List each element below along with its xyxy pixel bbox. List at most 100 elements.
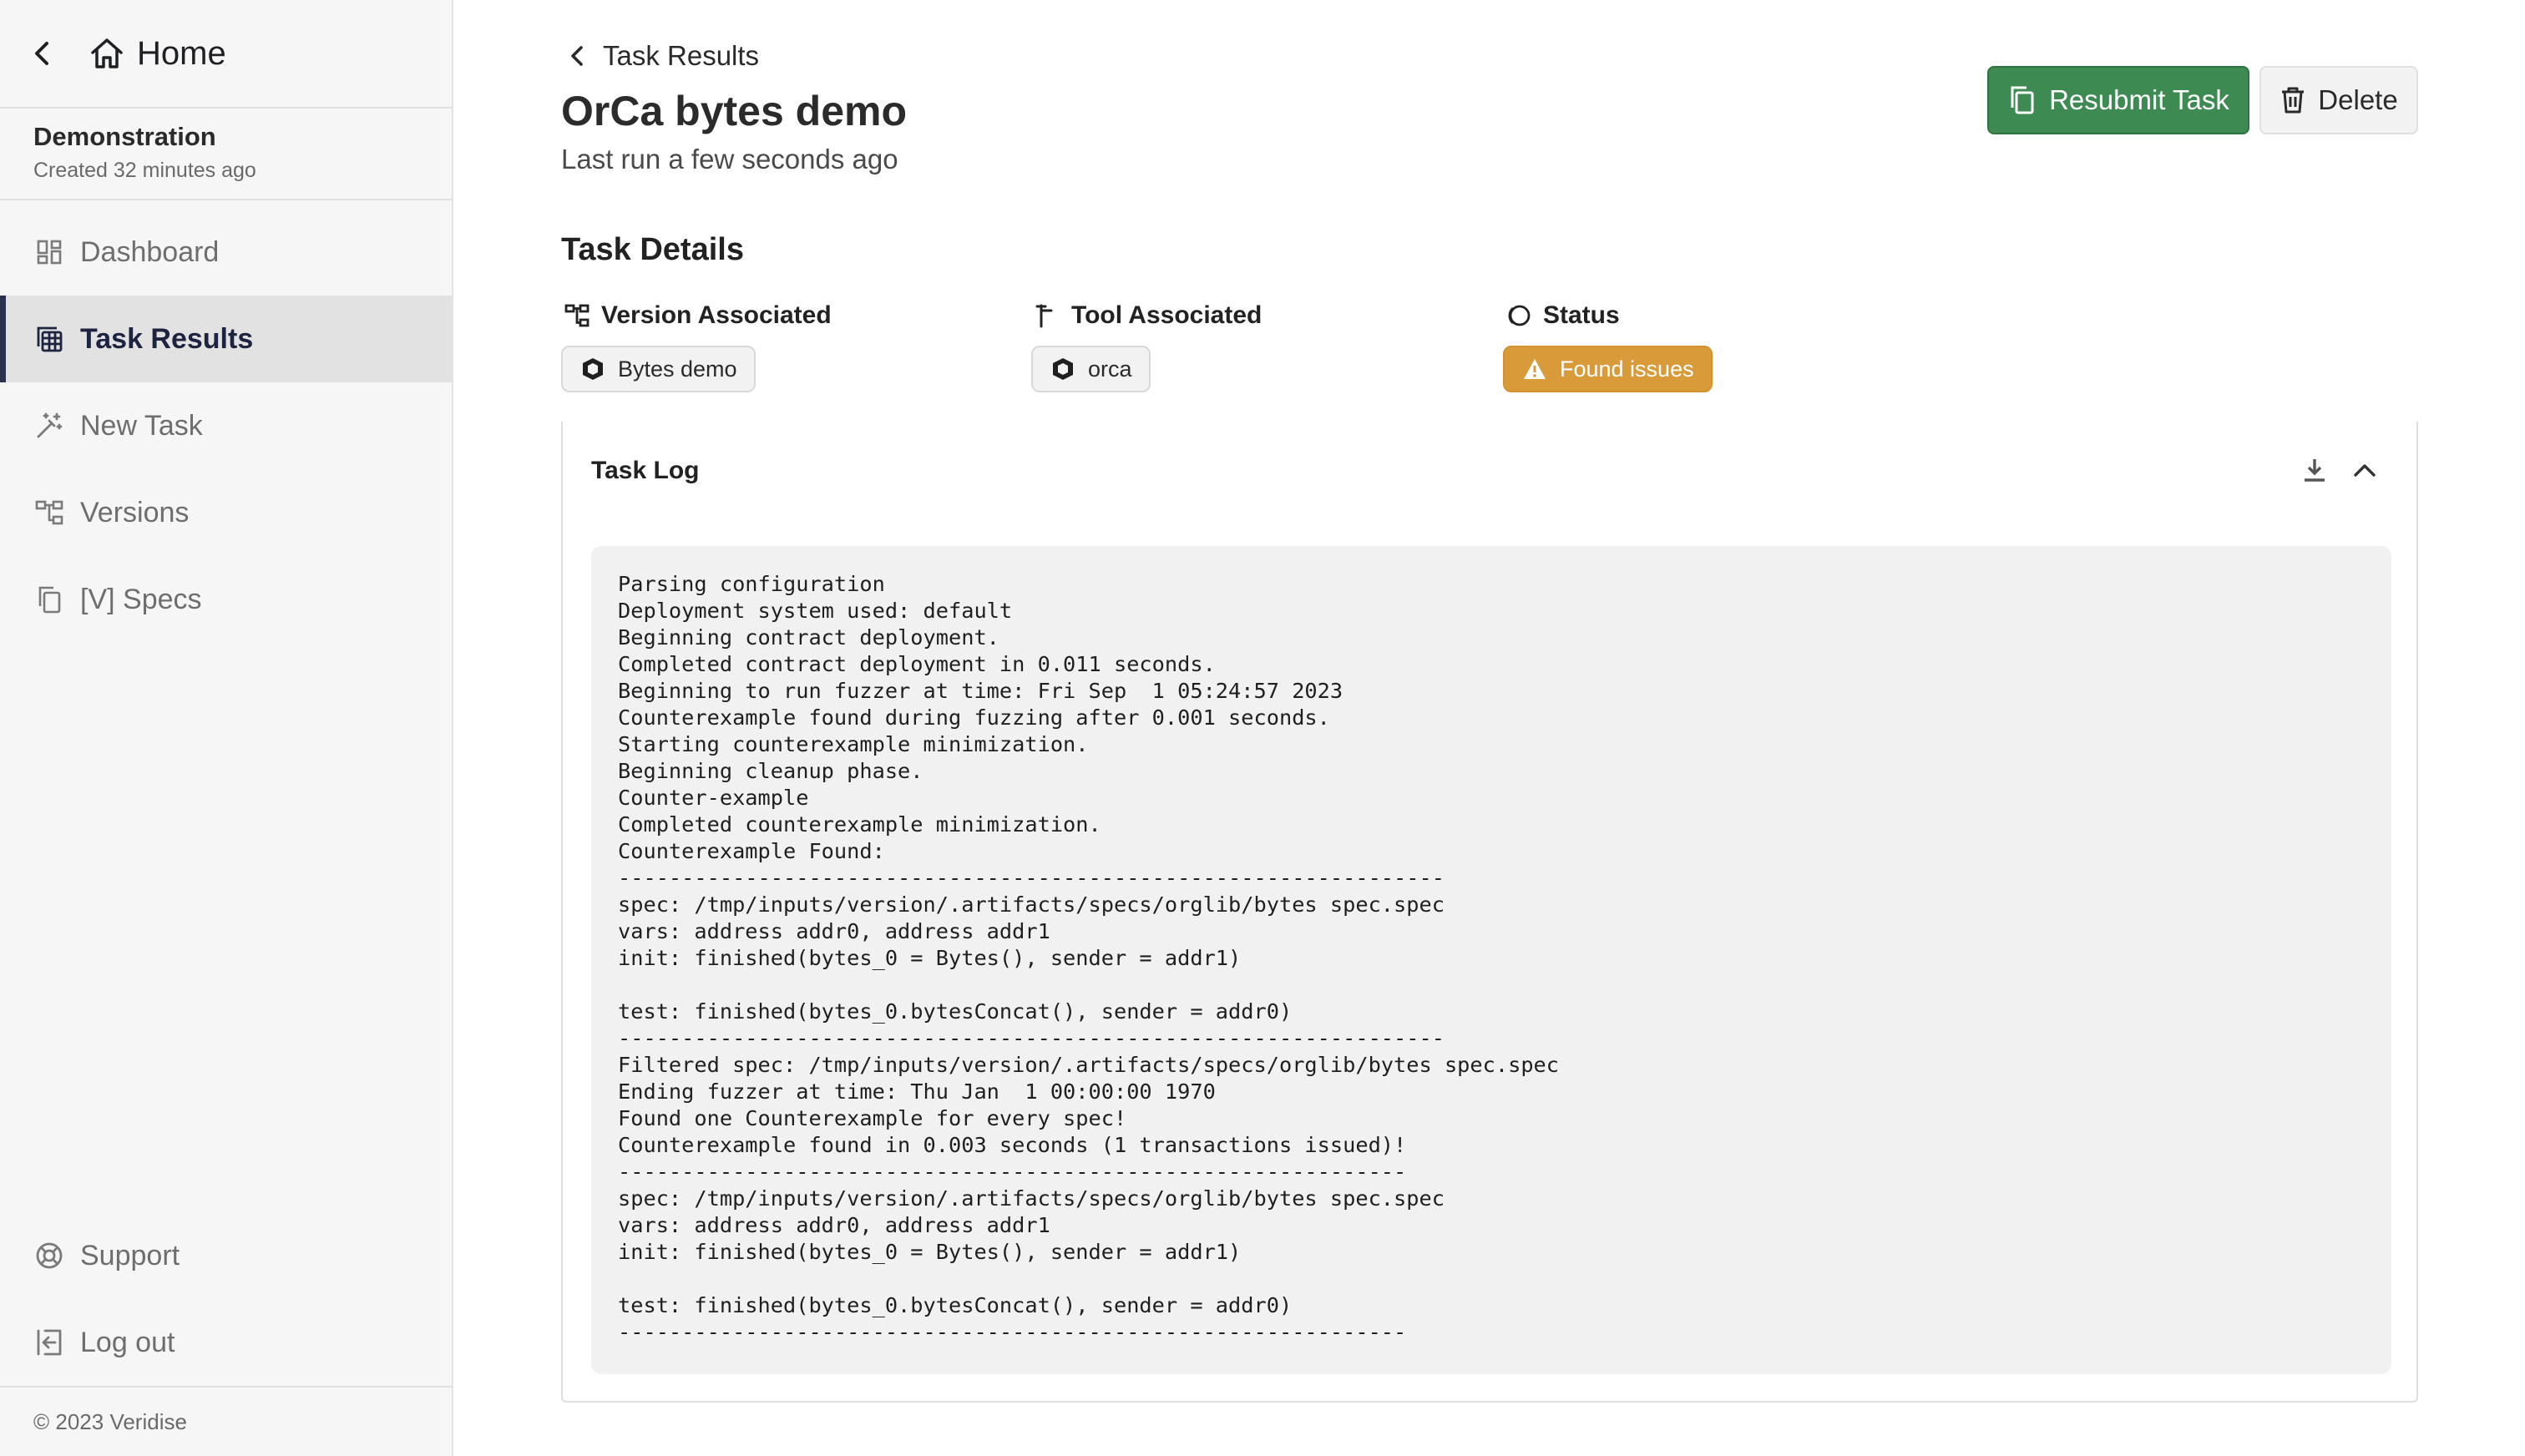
task-log-actions	[2280, 455, 2380, 485]
sidebar-item-label: Log out	[80, 1326, 175, 1358]
log-line: vars: address addr0, address addr1	[618, 1213, 1050, 1237]
version-chip[interactable]: Bytes demo	[561, 346, 756, 392]
task-details-heading: Task Details	[561, 232, 744, 267]
project-info: Demonstration Created 32 minutes ago	[0, 109, 452, 200]
trash-icon	[2282, 87, 2305, 114]
log-line: Starting counterexample minimization.	[618, 732, 1089, 756]
resubmit-label: Resubmit Task	[2049, 84, 2229, 115]
copyright: © 2023 Veridise	[0, 1386, 452, 1456]
log-line: test: finished(bytes_0.bytesConcat(), se…	[618, 1293, 1293, 1317]
log-line: Parsing configuration	[618, 572, 885, 596]
sidebar-item-task-results[interactable]: Task Results	[0, 296, 452, 382]
log-line: Counterexample Found:	[618, 839, 885, 863]
version-heading-label: Version Associated	[601, 301, 832, 329]
log-line: Found one Counterexample for every spec!	[618, 1106, 1127, 1130]
resubmit-task-button[interactable]: Resubmit Task	[1987, 66, 2249, 134]
status-ring-icon	[1508, 305, 1531, 326]
chevron-left-icon	[571, 46, 583, 66]
sidebar-header: Home	[0, 0, 452, 109]
copy-icon	[33, 584, 65, 615]
tool-value: orca	[1088, 356, 1132, 382]
log-line: Counterexample found during fuzzing afte…	[618, 705, 1330, 730]
page-title: OrCa bytes demo	[561, 88, 908, 134]
chevron-up-icon[interactable]	[2350, 455, 2380, 485]
sidebar-nav: Dashboard Task Results New Task Versions…	[0, 209, 452, 643]
sidebar-item-versions[interactable]: Versions	[0, 469, 452, 556]
sidebar-item-support[interactable]: Support	[0, 1212, 452, 1299]
log-line: Completed contract deployment in 0.011 s…	[618, 652, 1216, 676]
lifebuoy-icon	[33, 1240, 65, 1271]
status: Status Found issues	[1503, 297, 1713, 392]
log-line: ----------------------------------------…	[618, 1026, 1445, 1050]
download-icon[interactable]	[2300, 455, 2330, 485]
log-line: Filtered spec: /tmp/inputs/version/.arti…	[618, 1053, 1560, 1077]
log-line: init: finished(bytes_0 = Bytes(), sender…	[618, 1240, 1242, 1264]
hierarchy-icon	[33, 497, 65, 528]
task-log-output[interactable]: Parsing configuration Deployment system u…	[591, 546, 2391, 1374]
status-heading-label: Status	[1543, 301, 1620, 329]
sidebar-item-logout[interactable]: Log out	[0, 1299, 452, 1386]
tool-associated-heading: Tool Associated	[1031, 297, 1262, 334]
status-heading: Status	[1503, 297, 1713, 334]
task-log-title: Task Log	[591, 457, 700, 484]
log-line: ----------------------------------------…	[618, 1160, 1407, 1184]
back-chevron-icon[interactable]	[33, 37, 60, 70]
log-line: init: finished(bytes_0 = Bytes(), sender…	[618, 946, 1242, 970]
log-line: Ending fuzzer at time: Thu Jan 1 00:00:0…	[618, 1079, 1216, 1104]
sidebar-item-label: Support	[80, 1239, 180, 1271]
status-badge: Found issues	[1503, 346, 1713, 392]
home-icon[interactable]	[89, 35, 125, 72]
copy-icon	[2011, 86, 2034, 114]
log-line: test: finished(bytes_0.bytesConcat(), se…	[618, 999, 1293, 1024]
table-icon	[33, 323, 65, 355]
log-line: spec: /tmp/inputs/version/.artifacts/spe…	[618, 1186, 1445, 1211]
tool-chip[interactable]: orca	[1031, 346, 1151, 392]
log-line: Counter-example	[618, 786, 809, 810]
log-line: Beginning contract deployment.	[618, 625, 999, 650]
sidebar: Home Demonstration Created 32 minutes ag…	[0, 0, 453, 1456]
sidebar-item-label: Dashboard	[80, 235, 220, 268]
log-line: Beginning cleanup phase.	[618, 759, 923, 783]
tool-icon	[1035, 304, 1053, 328]
breadcrumb[interactable]: Task Results	[569, 40, 759, 72]
log-line: Counterexample found in 0.003 seconds (1…	[618, 1133, 1407, 1157]
tool-heading-label: Tool Associated	[1071, 301, 1262, 329]
version-value: Bytes demo	[618, 356, 737, 382]
cube-icon	[583, 358, 603, 380]
sidebar-item-dashboard[interactable]: Dashboard	[0, 209, 452, 296]
log-line: ----------------------------------------…	[618, 866, 1445, 890]
task-log-panel: Task Log Parsing configuration Deployment…	[561, 422, 2418, 1403]
logout-icon	[33, 1327, 65, 1358]
sidebar-item-label: [V] Specs	[80, 583, 202, 615]
log-line: Deployment system used: default	[618, 599, 1013, 623]
sidebar-bottom-nav: Support Log out	[0, 1212, 452, 1386]
project-created: Created 32 minutes ago	[33, 159, 256, 182]
project-name: Demonstration	[33, 122, 216, 151]
log-line: vars: address addr0, address addr1	[618, 919, 1050, 943]
sidebar-item-label: Task Results	[80, 322, 254, 355]
sidebar-item-specs[interactable]: [V] Specs	[0, 556, 452, 643]
dashboard-icon	[33, 236, 65, 268]
delete-label: Delete	[2318, 84, 2398, 115]
magic-wand-icon	[33, 410, 65, 442]
sidebar-item-new-task[interactable]: New Task	[0, 382, 452, 469]
version-associated-heading: Version Associated	[561, 297, 832, 334]
log-line: Beginning to run fuzzer at time: Fri Sep…	[618, 679, 1343, 703]
page-subtitle: Last run a few seconds ago	[561, 144, 898, 174]
delete-button[interactable]: Delete	[2259, 66, 2418, 134]
status-value: Found issues	[1560, 356, 1694, 382]
version-associated: Version Associated Bytes demo	[561, 297, 832, 392]
sidebar-item-label: Versions	[80, 496, 190, 528]
tool-associated: Tool Associated orca	[1031, 297, 1262, 392]
breadcrumb-link[interactable]: Task Results	[603, 40, 759, 72]
warning-icon	[1524, 359, 1546, 379]
sidebar-item-label: New Task	[80, 409, 203, 442]
hierarchy-icon	[564, 304, 590, 327]
log-line: Completed counterexample minimization.	[618, 812, 1101, 837]
log-line: ----------------------------------------…	[618, 1320, 1407, 1344]
cube-icon	[1053, 358, 1073, 380]
log-line: spec: /tmp/inputs/version/.artifacts/spe…	[618, 892, 1445, 917]
home-link[interactable]: Home	[137, 35, 226, 73]
